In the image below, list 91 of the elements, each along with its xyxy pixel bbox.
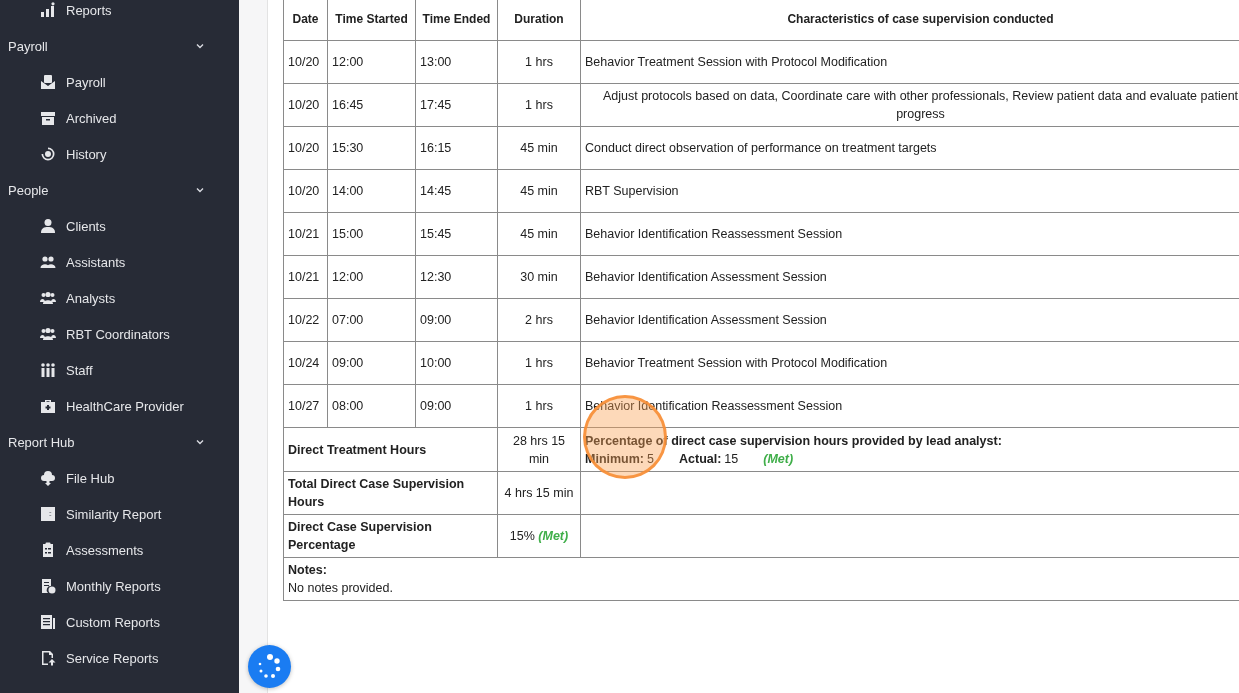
cloud-icon [40, 470, 56, 486]
table-cell: 45 min [497, 126, 581, 170]
sidebar-item[interactable]: History [0, 136, 239, 172]
sidebar-item[interactable]: Similarity Report [0, 496, 239, 532]
table-cell: 15:30 [327, 126, 416, 170]
table-cell: 13:00 [415, 40, 498, 84]
table-cell: 09:00 [327, 341, 416, 385]
sidebar-item[interactable]: Clients [0, 208, 239, 244]
table-cell: 17:45 [415, 83, 498, 127]
table-cell: 10/27 [283, 384, 328, 428]
document-upload-icon [40, 650, 56, 666]
column-header: Time Started [327, 0, 416, 41]
table-cell: 15:45 [415, 212, 498, 256]
archive-box-icon [40, 110, 56, 126]
notes-text: No notes provided. [288, 580, 394, 597]
table-cell: 1 hrs [497, 341, 581, 385]
table-cell: 10/21 [283, 212, 328, 256]
staff-icon [40, 362, 56, 378]
table-cell: 14:45 [415, 169, 498, 213]
table-cell: 1 hrs [497, 384, 581, 428]
sidebar-item[interactable]: Analysts [0, 280, 239, 316]
table-cell: 14:00 [327, 169, 416, 213]
sidebar-item[interactable]: Assessments [0, 532, 239, 568]
sidebar-item[interactable]: Service Reports [0, 640, 239, 676]
envelope-icon [40, 74, 56, 90]
summary-value: 15% (Met) [497, 514, 581, 558]
table-cell: 07:00 [327, 298, 416, 342]
sidebar-item[interactable]: HealthCare Provider [0, 388, 239, 424]
table-cell: 10/20 [283, 126, 328, 170]
people-icon [40, 290, 56, 306]
person-icon [40, 218, 56, 234]
sidebar-group-header[interactable]: People [0, 172, 239, 208]
history-icon [40, 146, 56, 162]
people-icon [40, 254, 56, 270]
table-cell: 2 hrs [497, 298, 581, 342]
column-header: Time Ended [415, 0, 498, 41]
sidebar-item[interactable]: Archived [0, 100, 239, 136]
criteria-title: Percentage of direct case supervision hours provided by lead analyst: [585, 433, 1003, 450]
table-cell: 45 min [497, 212, 581, 256]
summary-label: Direct Treatment Hours [283, 427, 498, 472]
sidebar-item[interactable]: Reports [0, 0, 239, 28]
table-cell: 45 min [497, 169, 581, 213]
notes-label: Notes: [288, 562, 328, 579]
table-cell: 12:00 [327, 255, 416, 299]
table-cell: 10/21 [283, 255, 328, 299]
chart-icon [40, 2, 56, 18]
table-cell: 10/20 [283, 83, 328, 127]
table-cell: 1 hrs [497, 40, 581, 84]
summary-value: 4 hrs 15 min [497, 471, 581, 515]
minimum-value: 5 [647, 452, 654, 466]
table-cell: 10/22 [283, 298, 328, 342]
table-cell: 15:00 [327, 212, 416, 256]
document-icon [40, 614, 56, 630]
clipboard-icon [40, 542, 56, 558]
medical-kit-icon [40, 398, 56, 414]
sidebar-item[interactable]: Payroll [0, 64, 239, 100]
table-cell: 10/20 [283, 169, 328, 213]
table-cell: 16:15 [415, 126, 498, 170]
sidebar-item[interactable]: RBT Coordinators [0, 316, 239, 352]
table-cell: 10/20 [283, 40, 328, 84]
status-text: (Met) [763, 452, 794, 466]
table-cell: 09:00 [415, 384, 498, 428]
sidebar-group-header[interactable]: Payroll [0, 28, 239, 64]
table-cell: 12:30 [415, 255, 498, 299]
sidebar-item[interactable]: File Hub [0, 460, 239, 496]
table-cell: 09:00 [415, 298, 498, 342]
table-cell: 1 hrs [497, 83, 581, 127]
table-cell: 16:45 [327, 83, 416, 127]
sidebar-group-header[interactable]: Report Hub [0, 424, 239, 460]
column-header: Duration [497, 0, 581, 41]
chevron-icon [195, 41, 205, 51]
actual-label: Actual: [679, 452, 722, 466]
table-cell: 30 min [497, 255, 581, 299]
sidebar-item[interactable]: Monthly Reports [0, 568, 239, 604]
status-text: (Met) [538, 529, 569, 543]
summary-value: 28 hrs 15 min [497, 427, 581, 472]
document-check-icon [40, 578, 56, 594]
table-cell: 10:00 [415, 341, 498, 385]
sidebar-item[interactable]: Custom Reports [0, 604, 239, 640]
table-cell: 08:00 [327, 384, 416, 428]
chevron-icon [195, 185, 205, 195]
chevron-icon [195, 437, 205, 447]
summary-label: Total Direct Case Supervision Hours [283, 471, 498, 515]
sidebar-item[interactable]: Assistants [0, 244, 239, 280]
actual-value: 15 [724, 452, 739, 466]
column-header: Date [283, 0, 328, 41]
sidebar-item[interactable]: Staff [0, 352, 239, 388]
people-icon [40, 326, 56, 342]
table-cell: 10/24 [283, 341, 328, 385]
table-cell: 12:00 [327, 40, 416, 84]
summary-label: Direct Case Supervision Percentage [283, 514, 498, 558]
